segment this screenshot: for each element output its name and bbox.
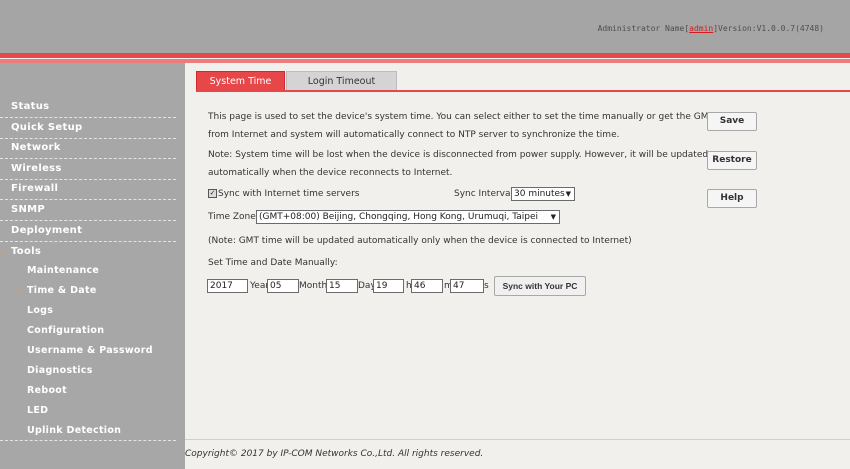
tab-login-timeout[interactable]: Login Timeout (286, 71, 397, 91)
restore-button[interactable]: Restore (707, 151, 757, 170)
second-input[interactable]: 47 (450, 279, 484, 293)
version-text: ]Version:V1.0.0.7(4748) (713, 24, 824, 33)
help-button[interactable]: Help (707, 189, 757, 208)
footer-divider (185, 439, 850, 440)
header-red-bar (0, 53, 850, 58)
checkmark-icon: ✓ (209, 189, 216, 197)
sidebar-subitem-time-date[interactable]: ▸ Time & Date (0, 281, 176, 301)
sync-internet-label: Sync with Internet time servers (218, 189, 360, 199)
tab-system-time[interactable]: System Time (196, 71, 285, 91)
year-input[interactable]: 2017 (207, 279, 248, 293)
gmt-note: (Note: GMT time will be updated automati… (208, 236, 632, 246)
active-arrow-icon: ▸ (1, 248, 5, 256)
sidebar-subitem-label: LED (27, 405, 49, 416)
sidebar-item-wireless[interactable]: Wireless (0, 160, 176, 180)
caret-down-icon: ▼ (565, 190, 571, 198)
sidebar-item-deployment[interactable]: Deployment (0, 222, 176, 242)
day-input[interactable]: 15 (326, 279, 358, 293)
sidebar-item-label: SNMP (11, 204, 46, 215)
sidebar-subitem-maintenance[interactable]: Maintenance (0, 261, 176, 281)
sidebar-subitem-reboot[interactable]: Reboot (0, 381, 176, 401)
caret-down-icon: ▼ (550, 213, 556, 221)
sidebar-subitem-uplink-detection[interactable]: Uplink Detection (0, 421, 176, 441)
main-content: System Time Login Timeout This page is u… (185, 63, 850, 469)
sidebar-item-snmp[interactable]: SNMP (0, 201, 176, 221)
sidebar-subitem-username-password[interactable]: Username & Password (0, 341, 176, 361)
admin-name-link[interactable]: admin (689, 24, 713, 33)
sidebar-item-label: Deployment (11, 225, 83, 236)
active-arrow-icon: ▸ (17, 287, 21, 295)
copyright-footer: Copyright© 2017 by IP-COM Networks Co.,L… (185, 449, 484, 459)
sidebar-item-status[interactable]: Status (0, 98, 176, 118)
sidebar-subitem-configuration[interactable]: Configuration (0, 321, 176, 341)
sidebar-item-label: Tools (11, 246, 42, 257)
sidebar-subitem-label: Uplink Detection (27, 425, 122, 436)
sidebar-item-firewall[interactable]: Firewall (0, 180, 176, 200)
sidebar-subitem-led[interactable]: LED (0, 401, 176, 421)
app-window: Administrator Name[admin]Version:V1.0.0.… (0, 0, 850, 469)
save-button[interactable]: Save (707, 112, 757, 131)
sidebar-subitem-label: Logs (27, 305, 54, 316)
sidebar-subitem-label: Configuration (27, 325, 105, 336)
tab-underline (196, 90, 850, 92)
sidebar-subitem-label: Time & Date (27, 285, 97, 296)
sidebar-item-label: Network (11, 142, 61, 153)
sidebar-item-tools[interactable]: ▸ Tools (0, 243, 176, 263)
sidebar: Status Quick Setup Network Wireless Fire… (0, 63, 185, 469)
top-header: Administrator Name[admin]Version:V1.0.0.… (0, 0, 850, 53)
sidebar-item-label: Status (11, 101, 50, 112)
month-input[interactable]: 05 (267, 279, 299, 293)
time-zone-value: (GMT+08:00) Beijing, Chongqing, Hong Kon… (259, 212, 539, 222)
hour-input[interactable]: 19 (373, 279, 404, 293)
time-zone-label: Time Zone: (208, 212, 259, 222)
sidebar-item-label: Wireless (11, 163, 62, 174)
sidebar-subitem-label: Username & Password (27, 345, 153, 356)
description-line-1: This page is used to set the device's sy… (208, 112, 738, 122)
sync-with-pc-button[interactable]: Sync with Your PC (494, 276, 586, 296)
description-line-4: automatically when the device reconnects… (208, 168, 453, 178)
sync-interval-value: 30 minutes (514, 189, 565, 199)
sync-interval-label: Sync Interval: (454, 189, 517, 199)
sidebar-item-label: Firewall (11, 183, 59, 194)
sidebar-subitem-label: Maintenance (27, 265, 100, 276)
admin-prefix: Administrator Name[ (597, 24, 690, 33)
sidebar-subitem-label: Diagnostics (27, 365, 93, 376)
manual-time-label: Set Time and Date Manually: (208, 258, 338, 268)
sidebar-subitem-label: Reboot (27, 385, 67, 396)
second-unit: s (484, 281, 489, 291)
sidebar-item-quick-setup[interactable]: Quick Setup (0, 119, 176, 139)
description-line-2: from Internet and system will automatica… (208, 130, 620, 140)
description-line-3: Note: System time will be lost when the … (208, 150, 709, 160)
sidebar-subitem-logs[interactable]: Logs (0, 301, 176, 321)
month-unit: Month (299, 281, 328, 291)
sync-internet-checkbox[interactable]: ✓ (208, 189, 217, 198)
sync-interval-select[interactable]: 30 minutes ▼ (511, 187, 575, 201)
minute-input[interactable]: 46 (411, 279, 443, 293)
admin-info: Administrator Name[admin]Version:V1.0.0.… (598, 24, 824, 33)
sidebar-item-network[interactable]: Network (0, 139, 176, 159)
time-zone-select[interactable]: (GMT+08:00) Beijing, Chongqing, Hong Kon… (256, 210, 560, 224)
sidebar-item-label: Quick Setup (11, 122, 83, 133)
sidebar-subitem-diagnostics[interactable]: Diagnostics (0, 361, 176, 381)
